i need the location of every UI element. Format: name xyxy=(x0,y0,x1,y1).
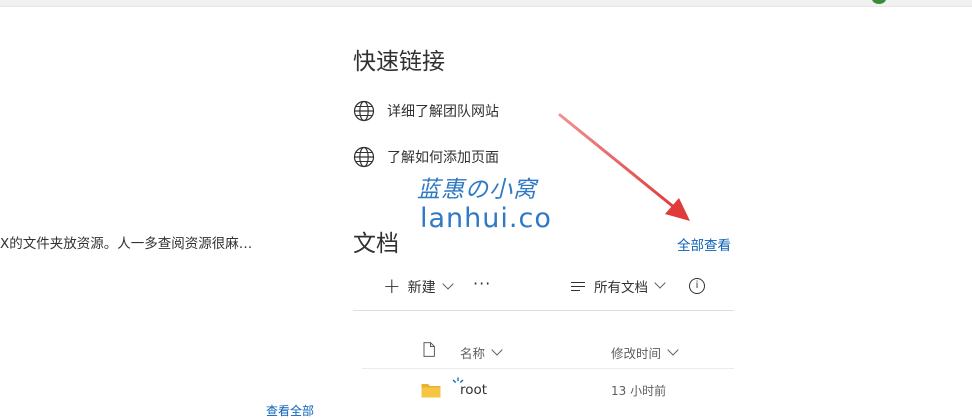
column-name-header[interactable]: 名称 xyxy=(460,343,503,362)
chevron-down-icon xyxy=(667,343,679,356)
globe-icon xyxy=(353,100,375,122)
header-divider xyxy=(362,368,734,369)
see-all-documents-link[interactable]: 全部查看 xyxy=(677,234,731,254)
annotation-arrow xyxy=(558,113,690,221)
row-name[interactable]: root xyxy=(460,382,487,398)
chevron-down-icon xyxy=(491,343,503,356)
more-options-button[interactable]: ··· xyxy=(473,274,491,293)
watermark-chinese: 蓝惠の小窝 xyxy=(417,177,537,203)
status-indicator xyxy=(872,0,886,4)
view-selector[interactable]: 所有文档 xyxy=(571,276,666,296)
documents-title: 文档 xyxy=(353,231,399,257)
globe-icon xyxy=(353,146,375,168)
see-all-news-link[interactable]: 查看全部 xyxy=(266,402,314,419)
quick-link-learn-team-site[interactable]: 详细了解团队网站 xyxy=(353,99,499,123)
documents-column-header: 名称 修改时间 xyxy=(353,337,734,365)
chevron-down-icon xyxy=(654,277,666,289)
column-modified-label: 修改时间 xyxy=(611,346,662,361)
chevron-down-icon xyxy=(441,277,454,290)
plus-icon: + xyxy=(383,274,401,298)
new-button-label: 新建 xyxy=(407,279,436,296)
news-snippet[interactable]: X的文件夹放资源。人一多查阅资源很麻… xyxy=(0,232,252,252)
column-name-label: 名称 xyxy=(460,346,486,361)
quick-link-label: 了解如何添加页面 xyxy=(387,150,499,166)
row-modified: 13 小时前 xyxy=(611,384,667,398)
top-bar xyxy=(0,0,972,7)
documents-toolbar: + 新建 ··· 所有文档 i xyxy=(353,272,734,306)
info-icon[interactable]: i xyxy=(689,278,705,294)
column-modified-header[interactable]: 修改时间 xyxy=(611,343,679,362)
watermark-url: lanhui.co xyxy=(420,203,552,234)
list-view-icon xyxy=(571,281,585,292)
table-row[interactable]: root 13 小时前 xyxy=(353,374,734,404)
new-button[interactable]: + 新建 xyxy=(383,274,454,298)
quick-links-title: 快速链接 xyxy=(353,49,445,75)
view-selector-label: 所有文档 xyxy=(594,280,648,296)
folder-icon xyxy=(421,384,441,398)
toolbar-divider xyxy=(353,310,734,311)
file-type-icon xyxy=(423,342,435,357)
quick-link-add-page[interactable]: 了解如何添加页面 xyxy=(353,145,499,169)
quick-link-label: 详细了解团队网站 xyxy=(387,104,499,120)
